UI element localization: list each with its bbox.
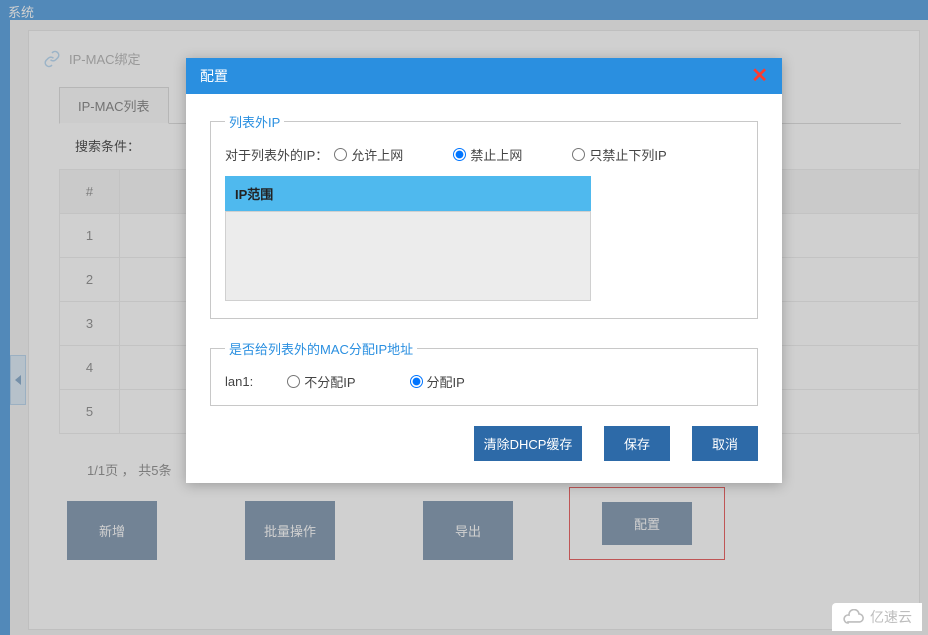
save-button[interactable]: 保存 — [604, 426, 670, 461]
radio-only-below[interactable]: 只禁止下列IP — [572, 145, 666, 164]
legend-mac-dhcp: 是否给列表外的MAC分配IP地址 — [225, 339, 417, 358]
legend-external-ip: 列表外IP — [225, 112, 284, 131]
clear-dhcp-button[interactable]: 清除DHCP缓存 — [474, 426, 582, 461]
close-icon[interactable]: ✕ — [751, 66, 768, 86]
cloud-icon — [842, 609, 866, 625]
cancel-button[interactable]: 取消 — [692, 426, 758, 461]
radio-no-assign-input[interactable] — [287, 375, 300, 388]
radio-block[interactable]: 禁止上网 — [453, 145, 522, 164]
lan-row: lan1: 不分配IP 分配IP — [225, 372, 743, 391]
radio-assign-input[interactable] — [410, 375, 423, 388]
ip-range-input[interactable] — [225, 211, 591, 301]
radio-only-below-input[interactable] — [572, 148, 585, 161]
modal-body: 列表外IP 对于列表外的IP： 允许上网 禁止上网 只禁止下列IP IP范围 是… — [186, 94, 782, 483]
watermark: 亿速云 — [832, 603, 922, 631]
config-modal: 配置 ✕ 列表外IP 对于列表外的IP： 允许上网 禁止上网 只禁止下列IP I… — [186, 58, 782, 483]
modal-header: 配置 ✕ — [186, 58, 782, 94]
external-ip-radio-row: 对于列表外的IP： 允许上网 禁止上网 只禁止下列IP — [225, 145, 743, 164]
radio-allow[interactable]: 允许上网 — [334, 145, 403, 164]
lan-label: lan1: — [225, 374, 253, 389]
modal-title: 配置 — [200, 66, 228, 86]
fieldset-external-ip: 列表外IP 对于列表外的IP： 允许上网 禁止上网 只禁止下列IP IP范围 — [210, 112, 758, 319]
fieldset-mac-dhcp: 是否给列表外的MAC分配IP地址 lan1: 不分配IP 分配IP — [210, 339, 758, 406]
prompt-label: 对于列表外的IP： — [225, 145, 328, 164]
watermark-text: 亿速云 — [870, 607, 912, 627]
radio-block-input[interactable] — [453, 148, 466, 161]
modal-button-row: 清除DHCP缓存 保存 取消 — [210, 426, 758, 461]
radio-no-assign[interactable]: 不分配IP — [287, 372, 355, 391]
ip-range-header: IP范围 — [225, 176, 591, 211]
radio-allow-input[interactable] — [334, 148, 347, 161]
radio-assign[interactable]: 分配IP — [410, 372, 465, 391]
